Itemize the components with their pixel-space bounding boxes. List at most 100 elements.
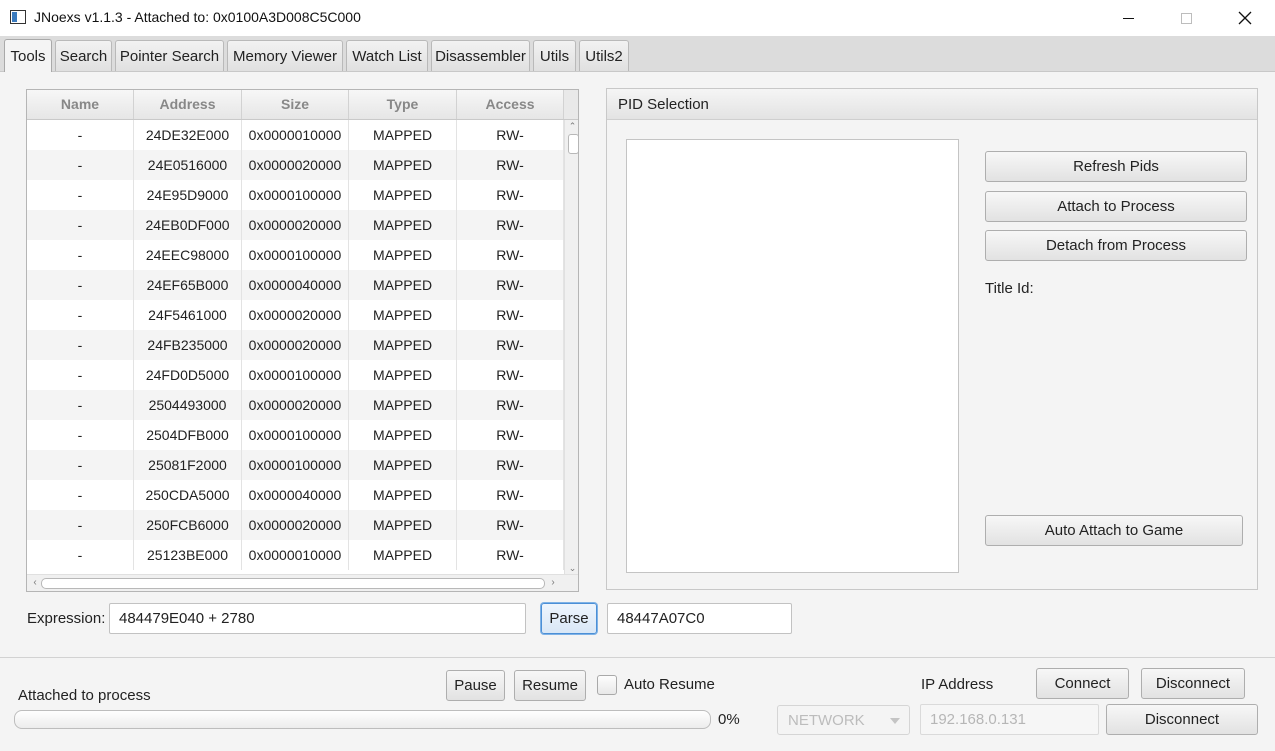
column-header-access[interactable]: Access [457,90,564,119]
column-header-type[interactable]: Type [349,90,457,119]
ip-address-input[interactable]: 192.168.0.131 [920,704,1099,735]
detach-from-process-button[interactable]: Detach from Process [985,230,1247,261]
table-row[interactable]: -2504DFB000 0x0000100000 MAPPED RW- [27,420,564,450]
cell-name: - [27,180,134,210]
cell-address: 24F5461000 [134,300,242,330]
cell-size: 0x0000040000 [242,270,349,300]
cell-access: RW- [457,300,564,330]
cell-size: 0x0000100000 [242,420,349,450]
tab-memory-viewer[interactable]: Memory Viewer [227,40,343,71]
scroll-up-icon[interactable]: ⌃ [565,120,578,132]
close-icon[interactable] [1222,0,1268,36]
pid-selection-panel: PID Selection Refresh Pids Attach to Pro… [606,88,1258,590]
cell-type: MAPPED [349,270,457,300]
table-row[interactable]: -24E0516000 0x0000020000 MAPPED RW- [27,150,564,180]
table-row[interactable]: -250FCB6000 0x0000020000 MAPPED RW- [27,510,564,540]
column-header-name[interactable]: Name [27,90,134,119]
title-id-label: Title Id: [985,280,1034,297]
pid-list[interactable] [626,139,959,573]
cell-type: MAPPED [349,120,457,150]
cell-name: - [27,240,134,270]
cell-access: RW- [457,540,564,570]
cell-address: 250CDA5000 [134,480,242,510]
cell-size: 0x0000100000 [242,180,349,210]
column-header-size[interactable]: Size [242,90,349,119]
vertical-scrollbar[interactable]: ⌃ ⌄ [564,120,578,574]
memory-map-table[interactable]: Name Address Size Type Access -24DE32E00… [26,89,579,592]
tab-utils2[interactable]: Utils2 [579,40,629,71]
cell-size: 0x0000010000 [242,120,349,150]
disconnect-network-button[interactable]: Disconnect [1106,704,1258,735]
cell-address: 24DE32E000 [134,120,242,150]
table-row[interactable]: -250CDA5000 0x0000040000 MAPPED RW- [27,480,564,510]
table-row[interactable]: -24E95D9000 0x0000100000 MAPPED RW- [27,180,564,210]
cell-access: RW- [457,420,564,450]
pause-button[interactable]: Pause [446,670,505,701]
scroll-thumb-horizontal[interactable] [41,578,545,589]
cell-name: - [27,150,134,180]
cell-name: - [27,300,134,330]
cell-size: 0x0000100000 [242,360,349,390]
table-corner [564,90,578,120]
cell-type: MAPPED [349,390,457,420]
tab-search[interactable]: Search [55,40,112,71]
maximize-icon[interactable] [1163,0,1209,36]
cell-access: RW- [457,150,564,180]
cell-access: RW- [457,450,564,480]
table-row[interactable]: -24EB0DF000 0x0000020000 MAPPED RW- [27,210,564,240]
connection-type-select[interactable]: NETWORK [777,705,910,735]
auto-attach-button[interactable]: Auto Attach to Game [985,515,1243,546]
table-row[interactable]: -2504493000 0x0000020000 MAPPED RW- [27,390,564,420]
cell-type: MAPPED [349,330,457,360]
table-row[interactable]: -25081F2000 0x0000100000 MAPPED RW- [27,450,564,480]
cell-name: - [27,540,134,570]
table-row[interactable]: -24F5461000 0x0000020000 MAPPED RW- [27,300,564,330]
cell-name: - [27,210,134,240]
cell-type: MAPPED [349,540,457,570]
cell-access: RW- [457,360,564,390]
column-header-address[interactable]: Address [134,90,242,119]
table-row[interactable]: -25123BE000 0x0000010000 MAPPED RW- [27,540,564,570]
tab-pointer-search[interactable]: Pointer Search [115,40,224,71]
scroll-thumb[interactable] [568,134,578,154]
tab-utils[interactable]: Utils [533,40,576,71]
cell-type: MAPPED [349,240,457,270]
table-row[interactable]: -24FD0D5000 0x0000100000 MAPPED RW- [27,360,564,390]
progress-percent: 0% [718,711,740,728]
cell-name: - [27,480,134,510]
disconnect-button[interactable]: Disconnect [1141,668,1245,699]
cell-access: RW- [457,330,564,360]
cell-access: RW- [457,210,564,240]
pid-panel-title: PID Selection [607,89,1257,120]
cell-size: 0x0000020000 [242,300,349,330]
cell-address: 24EB0DF000 [134,210,242,240]
parse-result-field[interactable]: 48447A07C0 [607,603,792,634]
minimize-icon[interactable] [1105,0,1151,36]
auto-resume-checkbox[interactable] [597,675,617,695]
cell-size: 0x0000020000 [242,210,349,240]
scroll-right-icon[interactable]: › [547,575,559,591]
table-row[interactable]: -24DE32E000 0x0000010000 MAPPED RW- [27,120,564,150]
table-row[interactable]: -24EEC98000 0x0000100000 MAPPED RW- [27,240,564,270]
connect-button[interactable]: Connect [1036,668,1129,699]
tab-tools[interactable]: Tools [4,39,52,72]
table-row[interactable]: -24FB235000 0x0000020000 MAPPED RW- [27,330,564,360]
cell-name: - [27,330,134,360]
resume-button[interactable]: Resume [514,670,586,701]
cell-address: 250FCB6000 [134,510,242,540]
cell-name: - [27,390,134,420]
expression-input[interactable]: 484479E040 + 2780 [109,603,526,634]
scroll-down-icon[interactable]: ⌄ [565,562,578,574]
refresh-pids-button[interactable]: Refresh Pids [985,151,1247,182]
table-row[interactable]: -24EF65B000 0x0000040000 MAPPED RW- [27,270,564,300]
horizontal-scrollbar[interactable]: ‹ › [27,574,578,591]
parse-button[interactable]: Parse [541,603,597,634]
cell-access: RW- [457,120,564,150]
tab-disassembler[interactable]: Disassembler [431,40,530,71]
scroll-left-icon[interactable]: ‹ [29,575,41,591]
tab-watch-list[interactable]: Watch List [346,40,428,71]
app-icon [10,10,26,24]
attach-to-process-button[interactable]: Attach to Process [985,191,1247,222]
cell-size: 0x0000100000 [242,450,349,480]
cell-address: 24EEC98000 [134,240,242,270]
